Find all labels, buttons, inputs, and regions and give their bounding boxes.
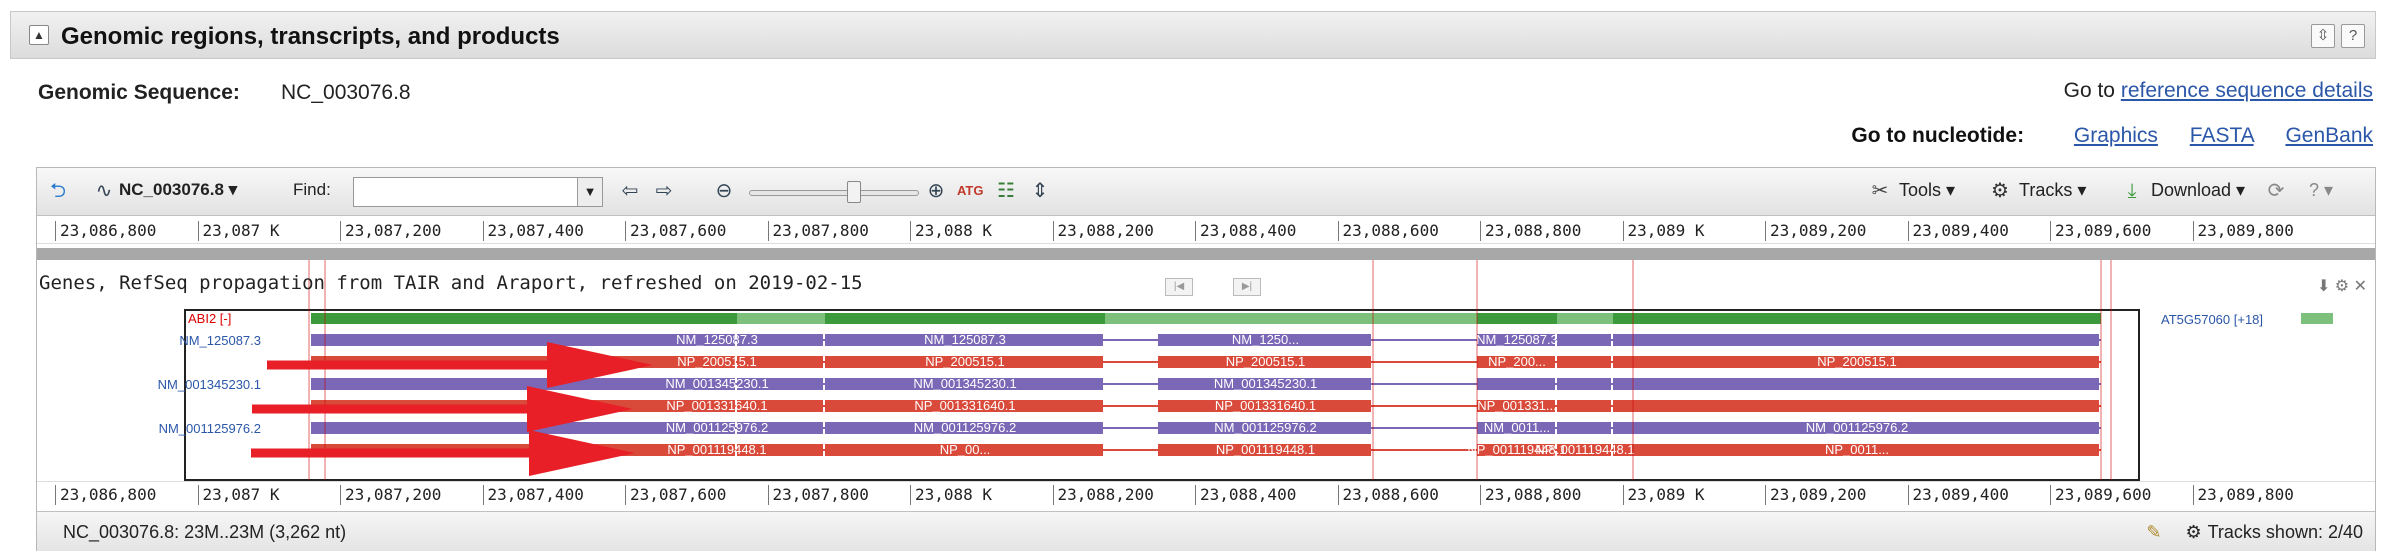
protein-center-label: NP_200515.1 [677,354,757,369]
rna-exon [1557,378,1611,390]
reference-details-line: Go to reference sequence details [2064,79,2373,103]
gene-label: ABI2 [-] [188,311,231,326]
gene-exon [1613,313,2101,324]
ruler-tick-label: 23,088,600 [1337,485,1439,505]
transcript-label: NM_125087.3 [179,333,261,348]
rna-exon-label: NM_125087.3 [924,332,1006,347]
rna-exon-label: NM_001345230.1 [913,376,1016,391]
protein-exon-label: NP_001119448.1 [1216,442,1315,457]
ruler-tick-label: 23,089,400 [1907,485,2009,505]
track-next-button[interactable]: ▶| [1233,278,1261,296]
protein-exon [1613,400,2099,412]
rna-center-label: NM_001125976.2 [666,420,768,435]
ruler-tick-label: 23,087 K [197,485,280,505]
ruler-tick-label: 23,089,200 [1765,485,1866,505]
neighbor-gene-bar [2301,313,2333,324]
goto-prefix: Go to [2063,79,2115,102]
rna-exon-label: NM_001125976.2 [1214,420,1316,435]
ruler-tick-label: 23,087,800 [767,485,869,505]
tracks-shown[interactable]: ✎ ⚙ Tracks shown: 2/40 [2146,522,2363,543]
graphics-link[interactable]: Graphics [2074,124,2158,147]
status-bar: NC_003076.8: 23M..23M (3,262 nt) ✎ ⚙ Track… [37,511,2375,551]
rna-exon-label: NM_0011... [1484,420,1550,435]
protein-exon [1557,356,1611,368]
protein-exon [1557,400,1611,412]
ruler-tick-label: 23,088,400 [1195,485,1296,505]
ruler-bottom: 23,086,800 23,087 K 23,087,200 23,087,400 23… [37,481,2375,507]
rna-exon [1557,334,1611,346]
sequence-viewer: ⮌ ∿ NC_003076.8 ▾ Find: ▼ ⇦ ⇨ ⊖ ⊕ ATG ☷ … [36,167,2376,551]
expand-all-icon[interactable]: ⇳ [2311,24,2335,48]
protein-exon-label: NP_200515.1 [1226,354,1306,369]
rna-exon [1477,378,1555,390]
gene-exon [1477,313,1557,324]
track-prev-button[interactable]: |◀ [1165,278,1193,296]
gene-exon [737,313,825,324]
protein-exon-label: NP_200515.1 [925,354,1005,369]
rna-exon [1613,378,2099,390]
rna-exon-label: NM_001125976.2 [1806,420,1908,435]
track-nav-controls: |◀ ▶| [1165,276,1301,296]
rna-exon-label: NM_125087.3 [1476,332,1558,347]
rna-exon [1557,422,1611,434]
neighbor-gene-label: AT5G57060 [+18] [2161,312,2263,327]
ruler-tick-label: 23,089 K [1622,485,1705,505]
gene-exon [825,313,1105,324]
ruler-tick-label: 23,086,800 [55,485,156,505]
transcript-label: NM_001345230.1 [158,377,261,392]
protein-exon-label: NP_001331640.1 [914,398,1015,413]
ruler-tick-label: 23,089,800 [2192,485,2294,505]
ruler-tick-label: 23,087,200 [340,485,441,505]
tracks-shown-label: Tracks shown: 2/40 [2207,522,2363,542]
ruler-tick-label: 23,088 K [910,485,992,505]
ruler-tick-label: 23,087,400 [482,485,584,505]
protein-exon-label: NP_00... [940,442,991,457]
protein-exon-label: NP_0011... [1825,442,1889,457]
gear-icon[interactable]: ⚙ [2185,522,2201,542]
rna-center-label: NM_001345230.1 [665,376,768,391]
gene-exon [1158,313,1373,324]
rna-exon-label: NM_001345230.1 [1214,376,1317,391]
rna-exon-label: NM_001125976.2 [914,420,1016,435]
protein-exon-label: NP_001331640.1 [1215,398,1316,413]
rna-exon [1613,334,2099,346]
fasta-link[interactable]: FASTA [2190,124,2254,147]
genomic-sequence-value: NC_003076.8 [281,81,411,104]
protein-exon-label: NP_200... [1488,354,1546,369]
protein-exon-label: NP_200515.1 [1817,354,1897,369]
pencil-icon[interactable]: ✎ [2146,522,2161,542]
rna-exon-label: NM_1250... [1232,332,1299,347]
protein-center-label: NP_001119448.1 [667,442,766,457]
help-icon[interactable]: ? [2341,24,2365,48]
transcript-label: NM_001125976.2 [159,421,261,436]
genomic-sequence-label: Genomic Sequence: [38,81,240,104]
goto-nucleotide-label: Go to nucleotide: [1851,124,2025,147]
ruler-tick-label: 23,087,600 [625,485,726,505]
tracks-canvas: ABI2 [-] AT5G57060 [+18] NM_125087.3 NM_125… [158,260,2333,481]
gene-exon [311,313,737,324]
ruler-tick-label: 23,088,200 [1052,485,1154,505]
protein-exon-label: NP_001119448.1 [1535,442,1634,457]
ruler-tick-label: 23,089,600 [2050,485,2151,505]
protein-exon-label: NP_001331... [1477,398,1557,413]
rna-center-label: NM_125087.3 [676,332,758,347]
gene-exon [1557,313,1613,324]
section-header: ▲ Genomic regions, transcripts, and prod… [10,11,2376,59]
ruler-tick-label: 23,088,800 [1480,485,1581,505]
protein-center-label: NP_001331640.1 [666,398,767,413]
range-status: NC_003076.8: 23M..23M (3,262 nt) [63,522,347,542]
collapse-section-button[interactable]: ▲ [29,25,49,45]
genbank-link[interactable]: GenBank [2285,124,2373,147]
track-title: Genes, RefSeq propagation from TAIR and … [39,272,863,294]
nucleotide-links: Go to nucleotide: Graphics FASTA GenBank [1851,124,2373,148]
track-tools[interactable]: ⬇ ⚙ ✕ [2317,276,2367,296]
reference-sequence-details-link[interactable]: reference sequence details [2121,79,2373,102]
rna-exon [311,334,735,346]
section-title: Genomic regions, transcripts, and produc… [61,23,560,50]
annotation-arrow-head [529,430,635,476]
